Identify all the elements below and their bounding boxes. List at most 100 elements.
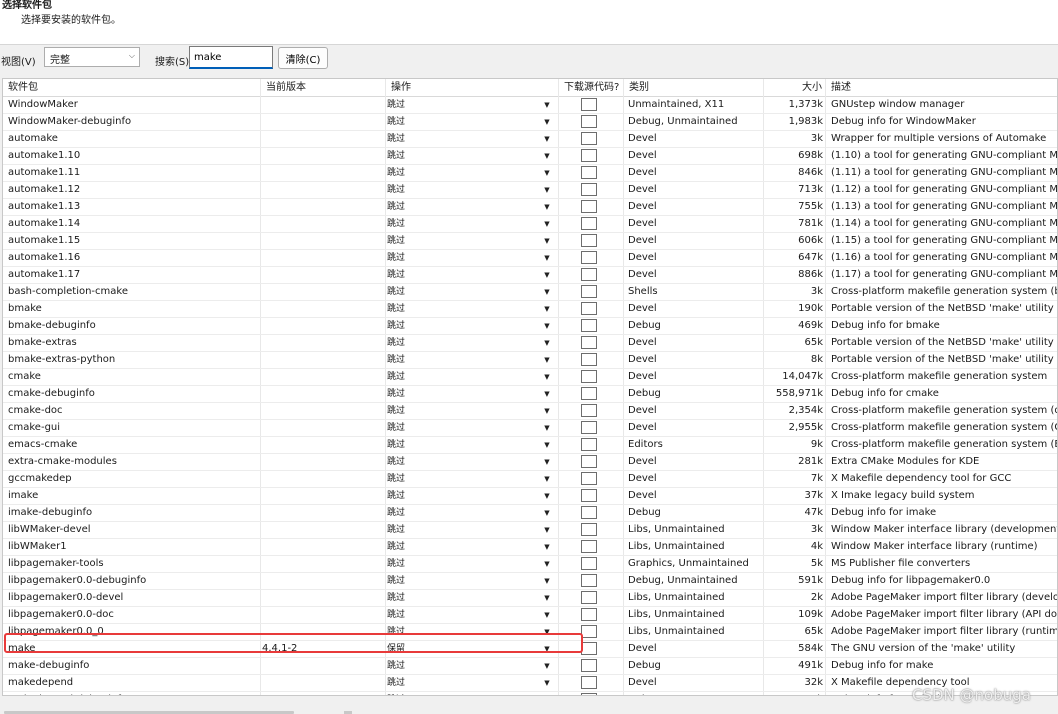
dropdown-arrow-icon[interactable]: ▼ [541,694,553,695]
action-select[interactable]: 跳过 [387,250,537,266]
dropdown-arrow-icon[interactable]: ▼ [541,575,553,587]
table-row[interactable]: extra-cmake-modules 跳过 ▼ Devel 281k Extra CMa… [3,454,1057,471]
dropdown-arrow-icon[interactable]: ▼ [541,167,553,179]
table-row[interactable]: make-debuginfo 跳过 ▼ Debug 491k Debug info for… [3,658,1057,675]
source-checkbox[interactable] [581,557,597,570]
source-checkbox[interactable] [581,319,597,332]
source-checkbox[interactable] [581,591,597,604]
action-select[interactable]: 跳过 [387,522,537,538]
table-row[interactable]: automake 跳过 ▼ Devel 3k Wrapper for multiple v… [3,131,1057,148]
dropdown-arrow-icon[interactable]: ▼ [541,558,553,570]
source-checkbox[interactable] [581,438,597,451]
table-row[interactable]: imake 跳过 ▼ Devel 37k X Imake legacy build sys… [3,488,1057,505]
dropdown-arrow-icon[interactable]: ▼ [541,337,553,349]
action-select[interactable]: 跳过 [387,675,537,691]
dropdown-arrow-icon[interactable]: ▼ [541,677,553,689]
dropdown-arrow-icon[interactable]: ▼ [541,388,553,400]
dropdown-arrow-icon[interactable]: ▼ [541,422,553,434]
action-select[interactable]: 跳过 [387,386,537,402]
action-select[interactable]: 跳过 [387,590,537,606]
action-select[interactable]: 跳过 [387,556,537,572]
table-row[interactable]: WindowMaker 跳过 ▼ Unmaintained, X11 1,373k GNU… [3,97,1057,114]
column-header-category[interactable]: 类别 [624,79,764,96]
dropdown-arrow-icon[interactable]: ▼ [541,184,553,196]
source-checkbox[interactable] [581,217,597,230]
column-header-action[interactable]: 操作 [386,79,559,96]
dropdown-arrow-icon[interactable]: ▼ [541,133,553,145]
action-select[interactable]: 跳过 [387,369,537,385]
action-select[interactable]: 跳过 [387,131,537,147]
source-checkbox[interactable] [581,404,597,417]
dropdown-arrow-icon[interactable]: ▼ [541,660,553,672]
dropdown-arrow-icon[interactable]: ▼ [541,218,553,230]
dropdown-arrow-icon[interactable]: ▼ [541,456,553,468]
table-row[interactable]: cmake-debuginfo 跳过 ▼ Debug 558,971k Debug inf… [3,386,1057,403]
source-checkbox[interactable] [581,523,597,536]
column-header-version[interactable]: 当前版本 [261,79,386,96]
table-row[interactable]: automake1.13 跳过 ▼ Devel 755k (1.13) a tool fo… [3,199,1057,216]
table-row[interactable]: bash-completion-cmake 跳过 ▼ Shells 3k Cross-pl… [3,284,1057,301]
table-row[interactable]: WindowMaker-debuginfo 跳过 ▼ Debug, Unmaintai… [3,114,1057,131]
table-row[interactable]: libpagemaker-tools 跳过 ▼ Graphics, Unmaintai… [3,556,1057,573]
source-checkbox[interactable] [581,455,597,468]
action-select[interactable]: 跳过 [387,114,537,130]
source-checkbox[interactable] [581,506,597,519]
source-checkbox[interactable] [581,642,597,655]
action-select[interactable]: 跳过 [387,454,537,470]
table-row[interactable]: cmake-gui 跳过 ▼ Devel 2,955k Cross-platform ma… [3,420,1057,437]
action-select[interactable]: 跳过 [387,97,537,113]
source-checkbox[interactable] [581,625,597,638]
source-checkbox[interactable] [581,472,597,485]
column-header-source[interactable]: 下载源代码? [559,79,624,96]
table-row[interactable]: libWMaker1 跳过 ▼ Libs, Unmaintained 4k Window … [3,539,1057,556]
dropdown-arrow-icon[interactable]: ▼ [541,439,553,451]
source-checkbox[interactable] [581,268,597,281]
action-select[interactable]: 跳过 [387,148,537,164]
action-select[interactable]: 跳过 [387,284,537,300]
clear-button[interactable]: 清除(C) [278,47,328,69]
table-row[interactable]: automake1.17 跳过 ▼ Devel 886k (1.17) a tool fo… [3,267,1057,284]
source-checkbox[interactable] [581,608,597,621]
action-select[interactable]: 跳过 [387,352,537,368]
action-select[interactable]: 跳过 [387,216,537,232]
dropdown-arrow-icon[interactable]: ▼ [541,592,553,604]
dropdown-arrow-icon[interactable]: ▼ [541,235,553,247]
dropdown-arrow-icon[interactable]: ▼ [541,116,553,128]
table-row[interactable]: libpagemaker0.0-devel 跳过 ▼ Libs, Unmaintain… [3,590,1057,607]
dropdown-arrow-icon[interactable]: ▼ [541,269,553,281]
action-select[interactable]: 跳过 [387,505,537,521]
source-checkbox[interactable] [581,421,597,434]
source-checkbox[interactable] [581,115,597,128]
search-input[interactable] [189,46,273,69]
table-row[interactable]: gccmakedep 跳过 ▼ Devel 7k X Makefile dependenc… [3,471,1057,488]
dropdown-arrow-icon[interactable]: ▼ [541,405,553,417]
dropdown-arrow-icon[interactable]: ▼ [541,286,553,298]
table-row[interactable]: makedepend-debuginfo跳过▼Debug61kDebug inf… [3,692,1057,695]
dropdown-arrow-icon[interactable]: ▼ [541,524,553,536]
dropdown-arrow-icon[interactable]: ▼ [541,150,553,162]
source-checkbox[interactable] [581,166,597,179]
action-select[interactable]: 跳过 [387,199,537,215]
action-select[interactable]: 跳过 [387,301,537,317]
dropdown-arrow-icon[interactable]: ▼ [541,490,553,502]
action-select[interactable]: 跳过 [387,488,537,504]
table-row[interactable]: automake1.11 跳过 ▼ Devel 846k (1.11) a tool fo… [3,165,1057,182]
action-select[interactable]: 跳过 [387,437,537,453]
action-select[interactable]: 跳过 [387,318,537,334]
table-row[interactable]: automake1.10 跳过 ▼ Devel 698k (1.10) a tool fo… [3,148,1057,165]
table-row[interactable]: automake1.15 跳过 ▼ Devel 606k (1.15) a tool fo… [3,233,1057,250]
table-row[interactable]: automake1.16 跳过 ▼ Devel 647k (1.16) a tool fo… [3,250,1057,267]
dropdown-arrow-icon[interactable]: ▼ [541,252,553,264]
source-checkbox[interactable] [581,149,597,162]
table-row[interactable]: bmake 跳过 ▼ Devel 190k Portable version of the… [3,301,1057,318]
table-row[interactable]: makedepend 跳过 ▼ Devel 32k X Makefile dependen… [3,675,1057,692]
column-header-package[interactable]: 软件包 [3,79,261,96]
table-row[interactable]: libWMaker-devel 跳过 ▼ Libs, Unmaintained 3k Wi… [3,522,1057,539]
dropdown-arrow-icon[interactable]: ▼ [541,541,553,553]
table-row[interactable]: libpagemaker0.0-debuginfo 跳过 ▼ Debug, Unmai… [3,573,1057,590]
table-row[interactable]: emacs-cmake 跳过 ▼ Editors 9k Cross-platform ma… [3,437,1057,454]
action-select[interactable]: 跳过 [387,420,537,436]
action-select[interactable]: 跳过 [387,335,537,351]
source-checkbox[interactable] [581,540,597,553]
source-checkbox[interactable] [581,370,597,383]
